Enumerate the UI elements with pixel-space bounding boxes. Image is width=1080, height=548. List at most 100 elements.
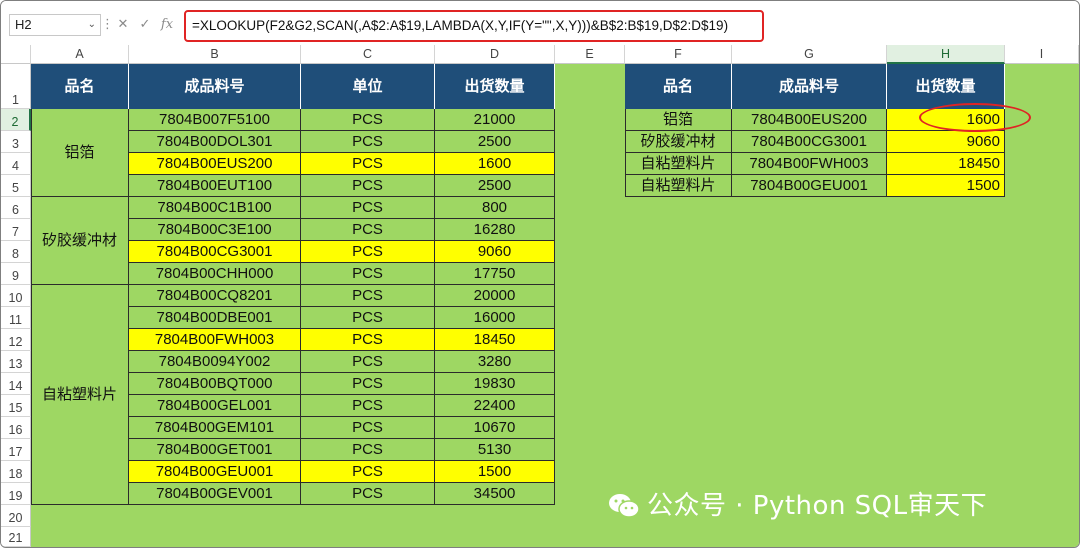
right-header-cell[interactable]: 成品料号 [732,64,887,109]
product-code-cell[interactable]: 7804B00BQT000 [129,373,301,395]
product-code-cell[interactable]: 7804B00GEU001 [129,461,301,483]
quantity-cell[interactable]: 21000 [435,109,555,131]
name-box[interactable]: H2 ⌄ [9,14,101,36]
unit-cell[interactable]: PCS [301,417,435,439]
product-code-cell[interactable]: 7804B00GEV001 [129,483,301,505]
unit-cell[interactable]: PCS [301,131,435,153]
formula-input[interactable]: =XLOOKUP(F2&G2,SCAN(,A$2:A$19,LAMBDA(X,Y… [184,10,764,42]
lookup-code-cell[interactable]: 7804B00EUS200 [732,109,887,131]
unit-cell[interactable]: PCS [301,329,435,351]
row-header-4[interactable]: 4 [1,153,31,175]
right-header-cell[interactable]: 出货数量 [887,64,1005,109]
quantity-cell[interactable]: 5130 [435,439,555,461]
product-code-cell[interactable]: 7804B007F5100 [129,109,301,131]
unit-cell[interactable]: PCS [301,285,435,307]
quantity-cell[interactable]: 3280 [435,351,555,373]
row-header-5[interactable]: 5 [1,175,31,197]
lookup-code-cell[interactable]: 7804B00GEU001 [732,175,887,197]
row-header-17[interactable]: 17 [1,439,31,461]
group-name-cell[interactable]: 自粘塑料片 [31,285,129,505]
row-header-12[interactable]: 12 [1,329,31,351]
row-header-13[interactable]: 13 [1,351,31,373]
quantity-cell[interactable]: 2500 [435,131,555,153]
row-header-10[interactable]: 10 [1,285,31,307]
lookup-result-cell[interactable]: 9060 [887,131,1005,153]
function-icon[interactable]: fx [157,14,177,36]
column-header-b[interactable]: B [129,45,301,64]
active-cell-h2[interactable]: 1600 [887,109,1005,131]
enter-icon[interactable]: ✓ [135,14,155,36]
row-header-3[interactable]: 3 [1,131,31,153]
select-all-corner[interactable] [1,45,31,64]
column-header-h[interactable]: H [887,45,1005,64]
product-code-cell[interactable]: 7804B00CHH000 [129,263,301,285]
quantity-cell[interactable]: 22400 [435,395,555,417]
unit-cell[interactable]: PCS [301,373,435,395]
cancel-icon[interactable]: ✕ [113,14,133,36]
lookup-result-cell[interactable]: 18450 [887,153,1005,175]
product-code-cell[interactable]: 7804B00DOL301 [129,131,301,153]
row-header-14[interactable]: 14 [1,373,31,395]
row-header-15[interactable]: 15 [1,395,31,417]
quantity-cell[interactable]: 34500 [435,483,555,505]
chevron-down-icon[interactable]: ⌄ [88,15,96,35]
quantity-cell[interactable]: 19830 [435,373,555,395]
column-header-d[interactable]: D [435,45,555,64]
product-code-cell[interactable]: 7804B00C3E100 [129,219,301,241]
row-header-20[interactable]: 20 [1,505,31,527]
unit-cell[interactable]: PCS [301,351,435,373]
column-header-i[interactable]: I [1005,45,1079,64]
quantity-cell[interactable]: 2500 [435,175,555,197]
more-options-icon[interactable]: ⋮ [101,14,114,36]
lookup-name-cell[interactable]: 自粘塑料片 [625,175,732,197]
product-code-cell[interactable]: 7804B00C1B100 [129,197,301,219]
lookup-name-cell[interactable]: 铝箔 [625,109,732,131]
unit-cell[interactable]: PCS [301,483,435,505]
product-code-cell[interactable]: 7804B00CG3001 [129,241,301,263]
lookup-result-cell[interactable]: 1500 [887,175,1005,197]
quantity-cell[interactable]: 1500 [435,461,555,483]
quantity-cell[interactable]: 18450 [435,329,555,351]
lookup-name-cell[interactable]: 自粘塑料片 [625,153,732,175]
unit-cell[interactable]: PCS [301,175,435,197]
row-header-8[interactable]: 8 [1,241,31,263]
unit-cell[interactable]: PCS [301,461,435,483]
unit-cell[interactable]: PCS [301,219,435,241]
quantity-cell[interactable]: 16000 [435,307,555,329]
row-header-2[interactable]: 2 [1,109,31,131]
quantity-cell[interactable]: 17750 [435,263,555,285]
product-code-cell[interactable]: 7804B00EUT100 [129,175,301,197]
column-header-f[interactable]: F [625,45,732,64]
column-header-c[interactable]: C [301,45,435,64]
lookup-code-cell[interactable]: 7804B00CG3001 [732,131,887,153]
lookup-name-cell[interactable]: 矽胶缓冲材 [625,131,732,153]
lookup-code-cell[interactable]: 7804B00FWH003 [732,153,887,175]
row-header-1[interactable]: 1 [1,64,31,109]
quantity-cell[interactable]: 1600 [435,153,555,175]
product-code-cell[interactable]: 7804B00GEM101 [129,417,301,439]
product-code-cell[interactable]: 7804B0094Y002 [129,351,301,373]
row-header-18[interactable]: 18 [1,461,31,483]
unit-cell[interactable]: PCS [301,263,435,285]
group-name-cell[interactable]: 铝箔 [31,109,129,197]
row-header-6[interactable]: 6 [1,197,31,219]
unit-cell[interactable]: PCS [301,109,435,131]
quantity-cell[interactable]: 800 [435,197,555,219]
left-header-cell[interactable]: 品名 [31,64,129,109]
row-header-16[interactable]: 16 [1,417,31,439]
unit-cell[interactable]: PCS [301,153,435,175]
product-code-cell[interactable]: 7804B00DBE001 [129,307,301,329]
row-header-19[interactable]: 19 [1,483,31,505]
unit-cell[interactable]: PCS [301,197,435,219]
left-header-cell[interactable]: 成品料号 [129,64,301,109]
column-header-e[interactable]: E [555,45,625,64]
quantity-cell[interactable]: 10670 [435,417,555,439]
row-header-7[interactable]: 7 [1,219,31,241]
unit-cell[interactable]: PCS [301,241,435,263]
row-header-21[interactable]: 21 [1,527,31,547]
group-name-cell[interactable]: 矽胶缓冲材 [31,197,129,285]
product-code-cell[interactable]: 7804B00FWH003 [129,329,301,351]
quantity-cell[interactable]: 20000 [435,285,555,307]
unit-cell[interactable]: PCS [301,307,435,329]
product-code-cell[interactable]: 7804B00EUS200 [129,153,301,175]
